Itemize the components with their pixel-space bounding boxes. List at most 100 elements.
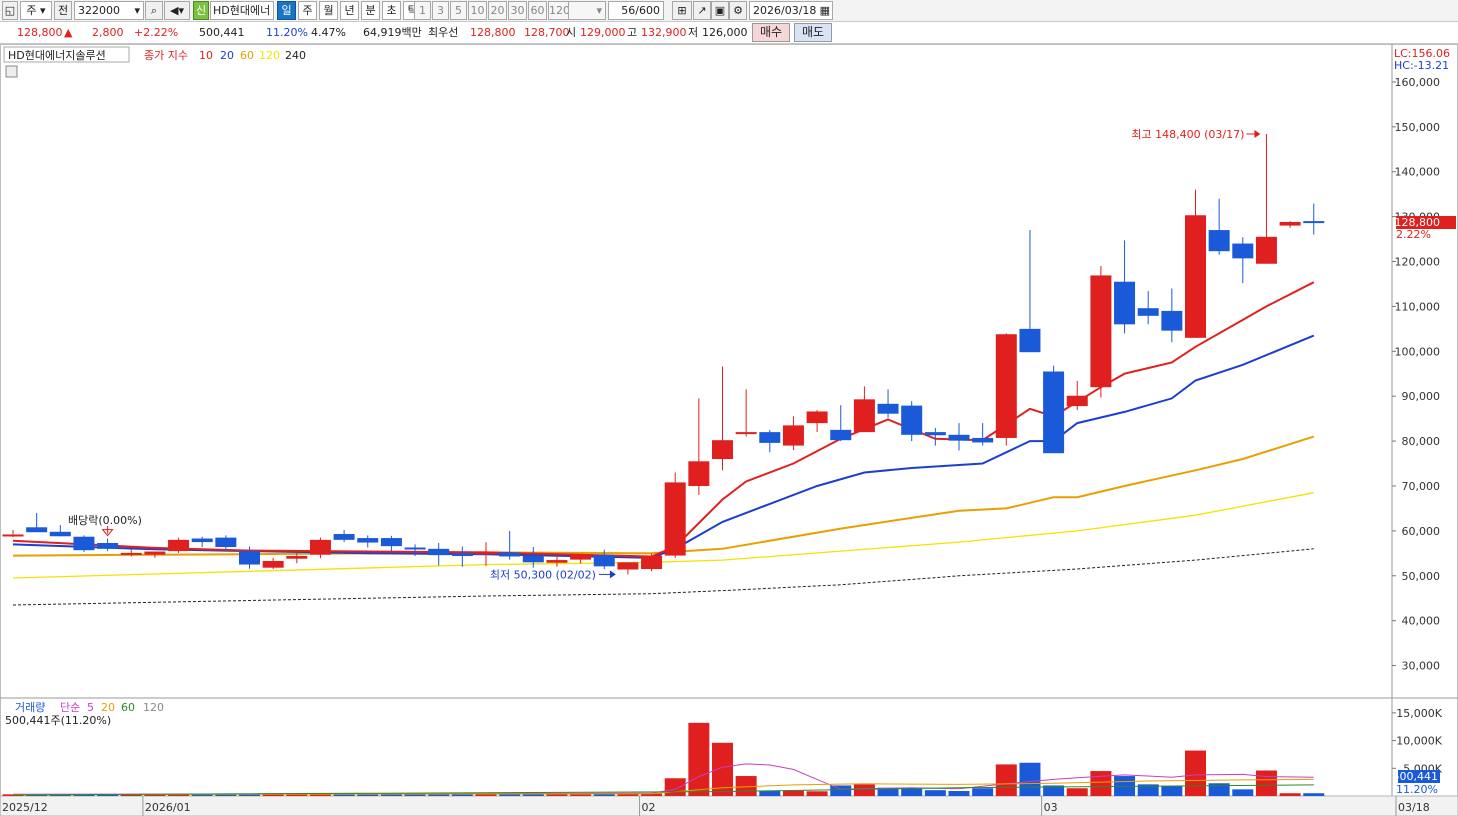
window-menu-icon[interactable]: ◱ [2,1,18,20]
ma-legend-10: 10 [199,49,213,62]
y-tick-label: 110,000 [1395,300,1441,313]
volume-bar [404,794,426,796]
ma-legend-60: 60 [240,49,254,62]
save-icon[interactable]: ▣ [711,1,729,20]
candle-body [1137,308,1159,316]
candle-body [168,539,190,552]
volume-current-label: 500,441주(11.20%) [5,714,111,727]
y-tick-label: 120,000 [1395,256,1441,269]
candle-body [1279,221,1301,226]
volume-bar [1185,750,1206,796]
x-tick-label: 03/18 [1398,801,1430,814]
volume-bar [570,794,592,796]
volume-bar [995,764,1017,796]
volume-bar [853,784,875,796]
interval-button-30[interactable]: 30 [508,1,527,20]
interval-dropdown[interactable]: ▾ [568,1,606,20]
candle-body [475,552,497,555]
chart-type-icon[interactable]: ⊞ [672,1,692,20]
period-tab-2[interactable]: 월 [319,1,338,20]
candle-body [735,432,757,435]
volume-title: 거래량 [15,701,45,714]
candle-body [948,434,970,441]
candle-body [262,560,284,568]
interval-button-5[interactable]: 5 [450,1,467,20]
volume-pct-label: 11.20% [1396,783,1438,796]
stock-code-input[interactable]: 322000 ▾ [74,1,144,20]
candle-body [593,555,615,567]
interval-button-60[interactable]: 60 [528,1,547,20]
volume-ma-legend-5: 5 [87,701,94,714]
candle-body [877,403,899,414]
buy-button[interactable]: 매수 [752,23,790,42]
price-chart[interactable]: 30,000 40,000 50,000 60,000 70,000 80,000 90,0… [0,44,1458,816]
ma-label: 종가 지수 [144,49,188,62]
candle-body [546,560,568,563]
period-tab-3[interactable]: 년 [340,1,359,20]
volume-bar [1066,788,1088,796]
volume-bar [806,791,828,796]
high-annotation: 최고 148,400 (03/17) [1131,128,1244,141]
candle-body [570,555,592,560]
new-badge: 신 [193,1,209,20]
interval-button-120[interactable]: 120 [548,1,570,20]
period-tab-0[interactable]: 일 [277,1,296,20]
volume-bar [357,794,379,796]
market-select[interactable]: 주 ▾ [20,1,52,20]
interval-button-1[interactable]: 1 [414,1,431,20]
calendar-icon[interactable]: ▦ [820,2,830,19]
interval-button-10[interactable]: 10 [468,1,487,20]
candle-body [333,534,355,540]
current-price: 128,800 [17,26,63,39]
current-pct-label: 2.22% [1396,228,1431,241]
volume-ma-label: 단순 [60,701,80,714]
low-label: 저 [688,26,699,39]
volume-ma-legend-60: 60 [121,701,135,714]
tool-icon[interactable]: ↗ [693,1,711,20]
high-label: 고 [627,26,638,39]
vol-tick-label: 10,000K [1396,735,1442,748]
candle-body [428,548,450,556]
chart-toolbar: ◱ 주 ▾ 전 322000 ▾ ⌕ ◀▾ 신 HD현대에너 일주월년분초틱 13… [0,0,1458,22]
candle-body [380,538,402,547]
interval-button-3[interactable]: 3 [432,1,449,20]
candle-body [806,411,828,424]
volume-bar [1303,793,1325,796]
candle-body [239,551,260,565]
gear-icon[interactable]: ⚙ [729,1,747,20]
stock-name-field[interactable]: HD현대에너 [210,1,274,20]
sell-button[interactable]: 매도 [794,23,832,42]
period-tab-5[interactable]: 초 [382,1,401,20]
sound-icon[interactable]: ◀▾ [164,1,190,20]
trade-amount: 64,919백만 [363,26,422,39]
y-tick-label: 150,000 [1395,121,1441,134]
candle-body [1255,236,1277,264]
x-axis-strip [0,795,1458,816]
volume-bar [688,722,710,796]
period-tab-1[interactable]: 주 [298,1,317,20]
volume-bar [782,790,804,796]
candle-body [1185,215,1206,338]
candle-body [924,432,946,436]
interval-button-20[interactable]: 20 [488,1,507,20]
volume-ma-legend-20: 20 [101,701,115,714]
turnover-pct: 11.20% [266,26,308,39]
prev-button[interactable]: 전 [54,1,72,20]
count-field[interactable]: 56/600 [608,1,664,20]
candle-body [759,432,781,443]
candle-body [617,562,639,570]
high-price: 132,900 [641,26,687,39]
candle-body [1066,395,1088,407]
candle-body [995,334,1017,438]
x-tick-label: 2025/12 [2,801,48,814]
candle-body [1019,328,1041,353]
y-tick-label: 100,000 [1395,345,1441,358]
price-change-pct: +2.22% [134,26,179,39]
candle-body [972,437,994,443]
date-field[interactable]: 2026/03/18 ▦ [749,1,833,20]
up-arrow-icon: ▲ [64,26,73,39]
period-tab-4[interactable]: 분 [361,1,380,20]
candle-body [144,551,166,555]
best-ask: 128,800 [470,26,516,39]
search-icon[interactable]: ⌕ [145,1,163,20]
